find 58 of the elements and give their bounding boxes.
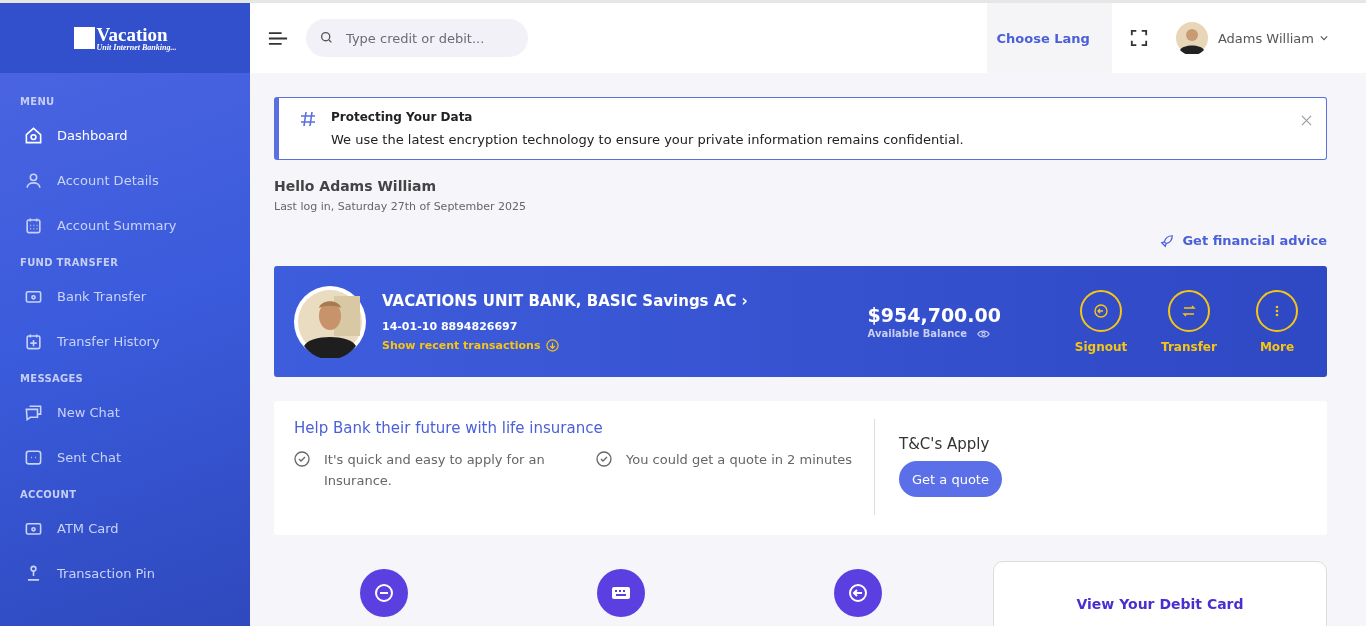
last-login-text: Last log in, Saturday 27th of September 2025 bbox=[274, 200, 527, 213]
recent-transactions-link[interactable]: Show recent transactions bbox=[382, 338, 868, 352]
signout-icon[interactable] bbox=[834, 569, 882, 617]
debit-card-link[interactable]: View Your Debit Card bbox=[1076, 596, 1244, 626]
user-menu[interactable]: Adams William bbox=[1175, 22, 1328, 54]
account-name[interactable]: VACATIONS UNIT BANK, BASIC Savings AC › bbox=[382, 291, 868, 310]
logo: Vacation Unit Internet Banking... bbox=[73, 24, 177, 52]
check-icon bbox=[294, 451, 310, 467]
action-button[interactable]: Transfer bbox=[1159, 289, 1219, 354]
sidebar-item[interactable]: Account Details bbox=[0, 158, 250, 203]
insurance-point: You could get a quote in 2 minutes bbox=[626, 451, 853, 469]
fullscreen-icon[interactable] bbox=[1129, 29, 1148, 47]
sidebar-item[interactable]: ATM Card bbox=[0, 506, 250, 551]
section-heading: FUND TRANSFER bbox=[19, 256, 120, 270]
avatar-icon bbox=[1175, 22, 1208, 54]
sidebar-item[interactable]: Bank Transfer bbox=[0, 274, 250, 319]
calendar-plus-icon bbox=[24, 332, 43, 351]
sidebar-item[interactable]: Dashboard bbox=[0, 113, 250, 158]
check-icon bbox=[596, 451, 612, 467]
alert-message: We use the latest encryption technology to ensure your private information remains confidential. bbox=[331, 132, 965, 147]
arrow-down-icon bbox=[546, 338, 560, 352]
balance-label: Available Balance bbox=[867, 328, 968, 339]
user-icon bbox=[24, 171, 43, 190]
alert-title: Protecting Your Data bbox=[331, 110, 474, 124]
section-heading: MESSAGES bbox=[19, 372, 85, 386]
caret-icon bbox=[1320, 35, 1328, 41]
get-quote-button[interactable]: Get a quote bbox=[899, 461, 1002, 497]
sidebar-item[interactable]: Account Summary bbox=[0, 203, 250, 248]
search-field[interactable]: Type credit or debit... bbox=[306, 19, 528, 57]
block-icon[interactable] bbox=[360, 569, 408, 617]
sidebar-item[interactable]: Transaction Pin bbox=[0, 551, 250, 596]
terms-text: T&C's Apply bbox=[899, 435, 991, 453]
section-heading: ACCOUNT bbox=[19, 488, 78, 502]
sidebar-item[interactable]: New Chat bbox=[0, 390, 250, 435]
insurance-point: It's quick and easy to apply for an Insurance. bbox=[324, 451, 546, 490]
home-icon bbox=[24, 126, 43, 145]
eye-icon[interactable] bbox=[977, 328, 991, 339]
search-icon bbox=[320, 31, 333, 44]
menu-icon[interactable] bbox=[268, 30, 288, 46]
balance-amount: $954,700.00 bbox=[867, 304, 1001, 326]
action-button[interactable]: More bbox=[1247, 289, 1307, 354]
signout-icon bbox=[1093, 302, 1109, 319]
greeting-title: Hello Adams William bbox=[274, 178, 438, 194]
close-icon[interactable] bbox=[1301, 115, 1312, 126]
keyboard-icon[interactable] bbox=[597, 569, 645, 617]
language-selector[interactable]: Choose Lang bbox=[986, 3, 1112, 73]
sidebar-item[interactable]: Transfer History bbox=[0, 319, 250, 364]
action-button[interactable]: Signout bbox=[1071, 289, 1131, 354]
sidebar-item[interactable]: Sent Chat bbox=[0, 435, 250, 480]
hash-icon bbox=[299, 110, 317, 128]
account-number: 14-01-10 8894826697 bbox=[382, 319, 519, 333]
section-heading: MENU bbox=[19, 95, 56, 109]
rocket-icon bbox=[1160, 233, 1175, 248]
calendar-icon bbox=[24, 216, 43, 235]
financial-advice-link[interactable]: Get financial advice bbox=[1160, 233, 1327, 248]
insurance-title[interactable]: Help Bank their future with life insurance bbox=[294, 419, 874, 437]
chat-icon bbox=[24, 403, 43, 422]
message-icon bbox=[24, 448, 43, 467]
